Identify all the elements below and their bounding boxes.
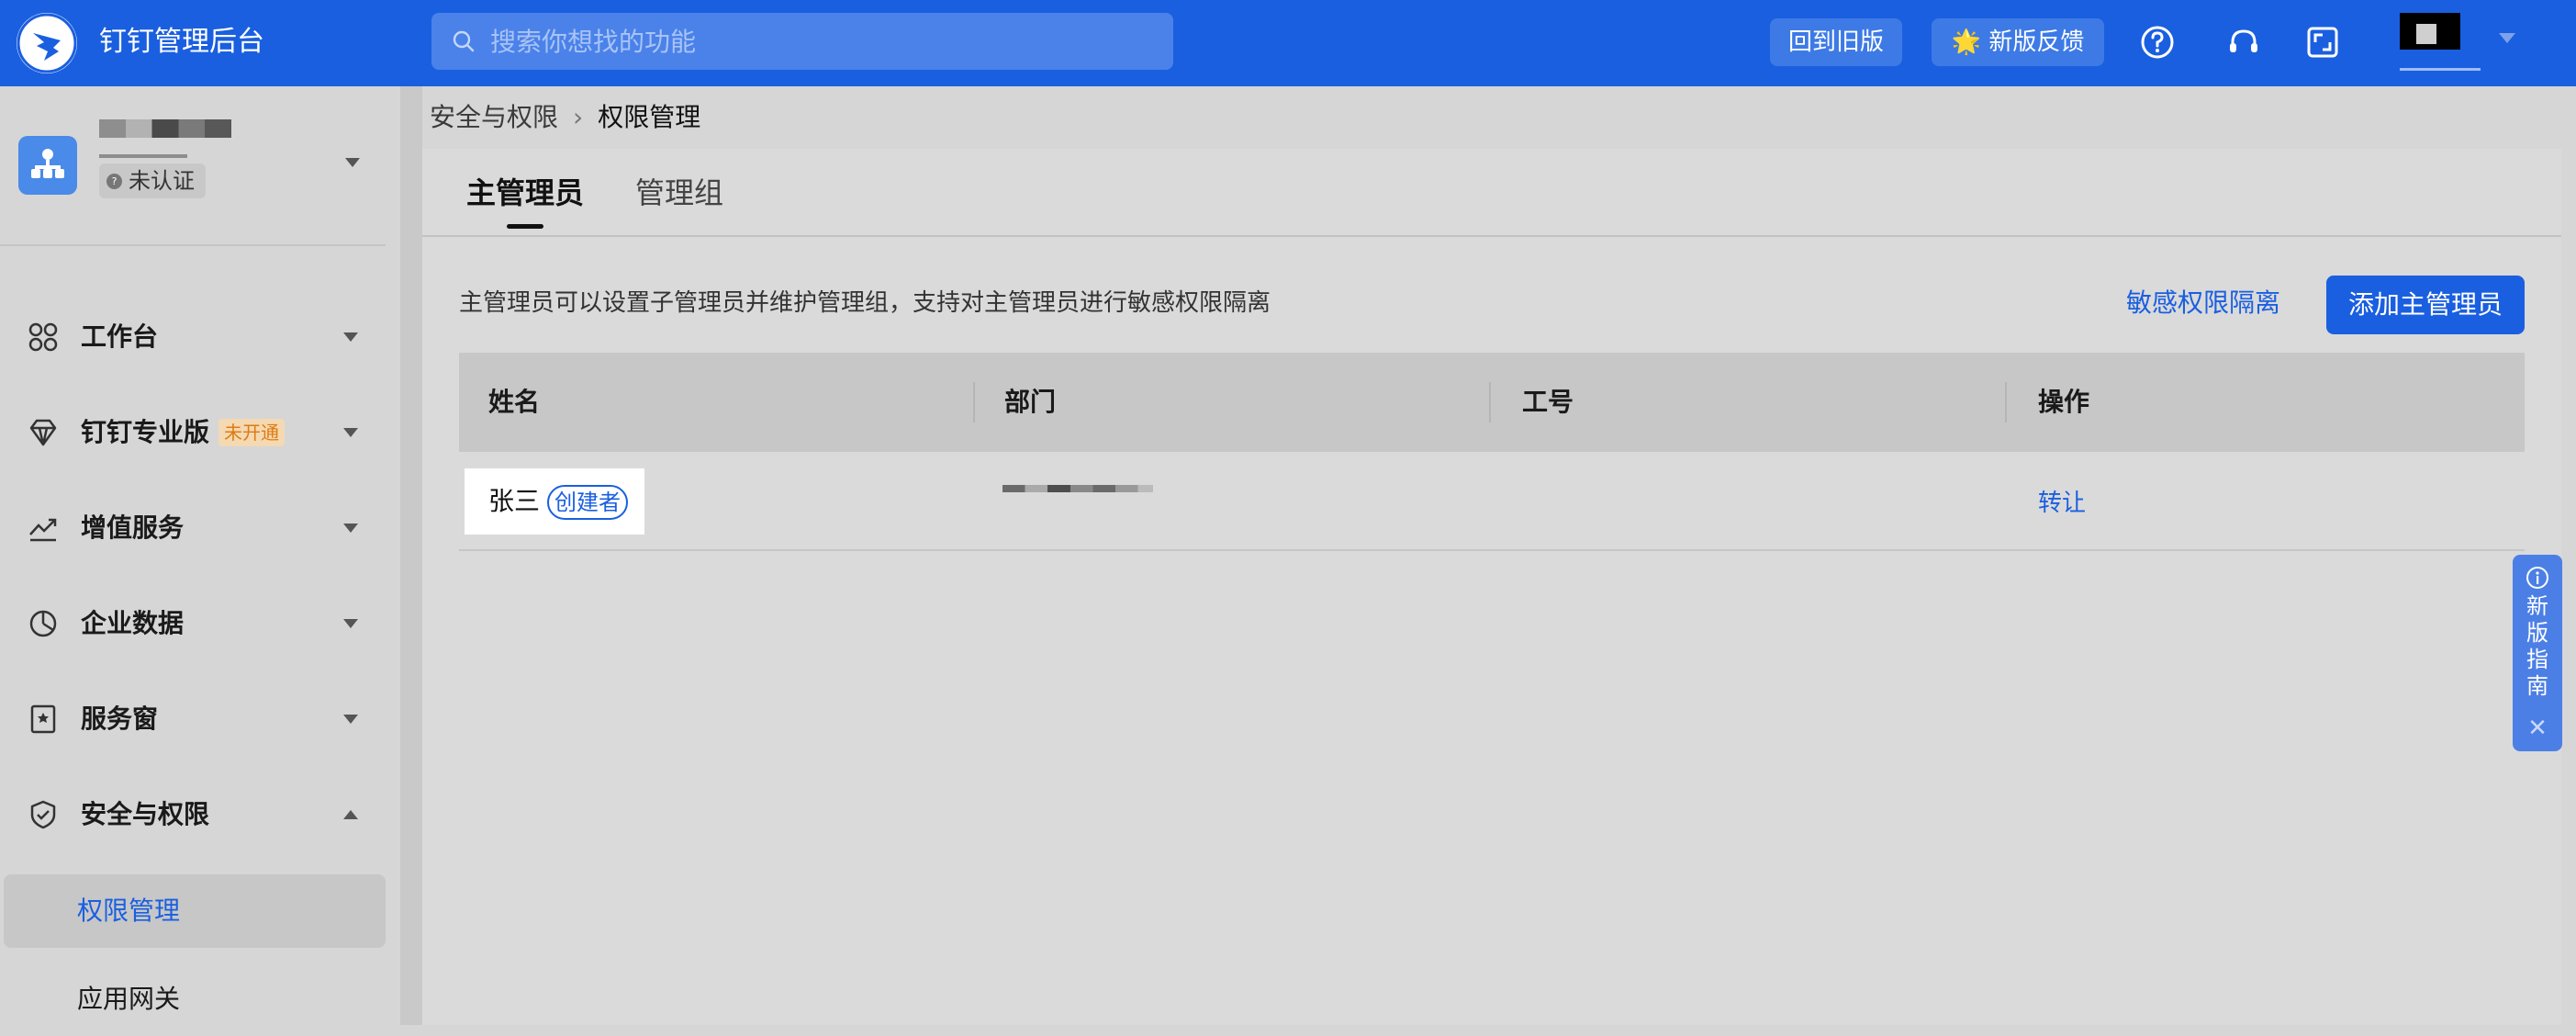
pie-icon	[29, 610, 57, 637]
chevron-down-icon	[343, 715, 358, 724]
column-divider[interactable]	[973, 382, 975, 422]
sidebar-item-pro[interactable]: 钉钉专业版 未开通	[0, 400, 400, 465]
sidebar-item-label: 增值服务	[81, 512, 185, 543]
column-divider[interactable]	[2005, 382, 2007, 422]
creator-badge: 创建者	[547, 485, 628, 520]
sidebar: ? 未认证 工作台 钉钉专业版 未开通 增值服务 企业数据 服务窗 安全与权限 …	[0, 86, 400, 1025]
column-header-department: 部门	[1004, 387, 1057, 417]
new-version-feedback-button[interactable]: 🌟 新版反馈	[1932, 18, 2104, 66]
shield-icon	[30, 800, 56, 829]
sidebar-subitem-app-gateway[interactable]: 应用网关	[4, 963, 386, 1036]
not-activated-tag: 未开通	[218, 419, 285, 446]
transfer-link[interactable]: 转让	[2038, 485, 2086, 522]
new-version-guide-widget[interactable]: 新版指南 ✕	[2513, 555, 2562, 751]
breadcrumb-parent[interactable]: 安全与权限	[430, 102, 558, 132]
org-structure-icon	[31, 149, 64, 178]
breadcrumb: 安全与权限 › 权限管理	[430, 97, 700, 138]
dingtalk-logo-icon[interactable]	[17, 13, 77, 73]
cert-label: 未认证	[129, 168, 195, 194]
user-avatar[interactable]	[2400, 13, 2481, 71]
sidebar-subitem-label: 应用网关	[77, 984, 181, 1014]
chevron-down-icon	[343, 619, 358, 628]
chevron-down-icon	[343, 428, 358, 437]
diamond-icon	[29, 419, 57, 446]
certification-badge[interactable]: ? 未认证	[99, 163, 206, 198]
sidebar-item-security[interactable]: 安全与权限	[0, 783, 400, 847]
org-avatar[interactable]	[18, 136, 77, 195]
column-header-name: 姓名	[488, 387, 541, 417]
sidebar-scrollbar[interactable]	[400, 86, 422, 1025]
feedback-label: 新版反馈	[1988, 28, 2085, 56]
star-icon: 🌟	[1951, 28, 1982, 56]
service-window-icon	[30, 704, 56, 734]
chevron-right-icon: ›	[573, 102, 584, 132]
info-icon	[2526, 567, 2548, 589]
sidebar-item-service-window[interactable]: 服务窗	[0, 687, 400, 751]
breadcrumb-current: 权限管理	[598, 102, 701, 132]
sidebar-item-workbench[interactable]: 工作台	[0, 305, 400, 369]
sidebar-item-label: 工作台	[81, 321, 159, 352]
account-chevron-down-icon[interactable]	[2499, 33, 2515, 43]
search-icon	[453, 30, 475, 52]
sidebar-subitem-label: 权限管理	[77, 895, 181, 926]
table-row: 张三 创建者 转让	[459, 452, 2525, 551]
back-to-old-version-button[interactable]: 回到旧版	[1770, 18, 1902, 66]
sidebar-item-enterprise-data[interactable]: 企业数据	[0, 591, 400, 656]
sensitive-permission-isolation-link[interactable]: 敏感权限隔离	[2126, 285, 2280, 321]
info-icon: ?	[106, 174, 122, 189]
column-header-actions: 操作	[2038, 387, 2090, 417]
sidebar-item-value-added[interactable]: 增值服务	[0, 496, 400, 560]
grid-icon	[28, 322, 58, 352]
help-icon[interactable]	[2139, 24, 2176, 61]
main-card: 主管理员 管理组 主管理员可以设置子管理员并维护管理组，支持对主管理员进行敏感权…	[422, 149, 2561, 1025]
headset-icon[interactable]	[2225, 24, 2262, 61]
guide-label: 新版指南	[2526, 593, 2548, 699]
app-title: 钉钉管理后台	[99, 26, 264, 58]
fullscreen-icon[interactable]	[2304, 24, 2341, 61]
tab-bar: 主管理员 管理组	[422, 149, 2561, 237]
search-input[interactable]	[488, 22, 1149, 61]
sidebar-subitem-permission-management[interactable]: 权限管理	[4, 874, 386, 948]
tab-primary-admin[interactable]: 主管理员	[466, 171, 584, 215]
sidebar-item-label: 服务窗	[81, 704, 159, 734]
department-value	[1002, 485, 1153, 492]
admin-name: 张三	[488, 486, 541, 516]
sidebar-item-label: 安全与权限	[81, 799, 210, 829]
top-bar: 钉钉管理后台 回到旧版 🌟 新版反馈	[0, 0, 2576, 86]
search-box[interactable]	[431, 13, 1173, 70]
sidebar-divider	[0, 244, 386, 246]
close-icon[interactable]: ✕	[2513, 713, 2562, 744]
trend-icon	[29, 518, 57, 542]
sidebar-item-label: 企业数据	[81, 608, 185, 638]
org-subtitle	[99, 154, 187, 158]
org-name	[99, 119, 231, 138]
table-header: 姓名 部门 工号 操作	[459, 353, 2525, 452]
page-description: 主管理员可以设置子管理员并维护管理组，支持对主管理员进行敏感权限隔离	[459, 289, 1271, 317]
name-cell: 张三 创建者	[465, 468, 644, 535]
add-primary-admin-button[interactable]: 添加主管理员	[2326, 276, 2525, 334]
org-switch-chevron-icon[interactable]	[345, 158, 360, 167]
tab-admin-group[interactable]: 管理组	[635, 171, 723, 215]
active-tab-indicator	[507, 224, 543, 229]
column-header-employee-id: 工号	[1522, 387, 1574, 417]
sidebar-item-label: 钉钉专业版	[81, 417, 210, 447]
chevron-up-icon	[343, 810, 358, 819]
chevron-down-icon	[343, 524, 358, 533]
chevron-down-icon	[343, 332, 358, 342]
column-divider[interactable]	[1489, 382, 1491, 422]
